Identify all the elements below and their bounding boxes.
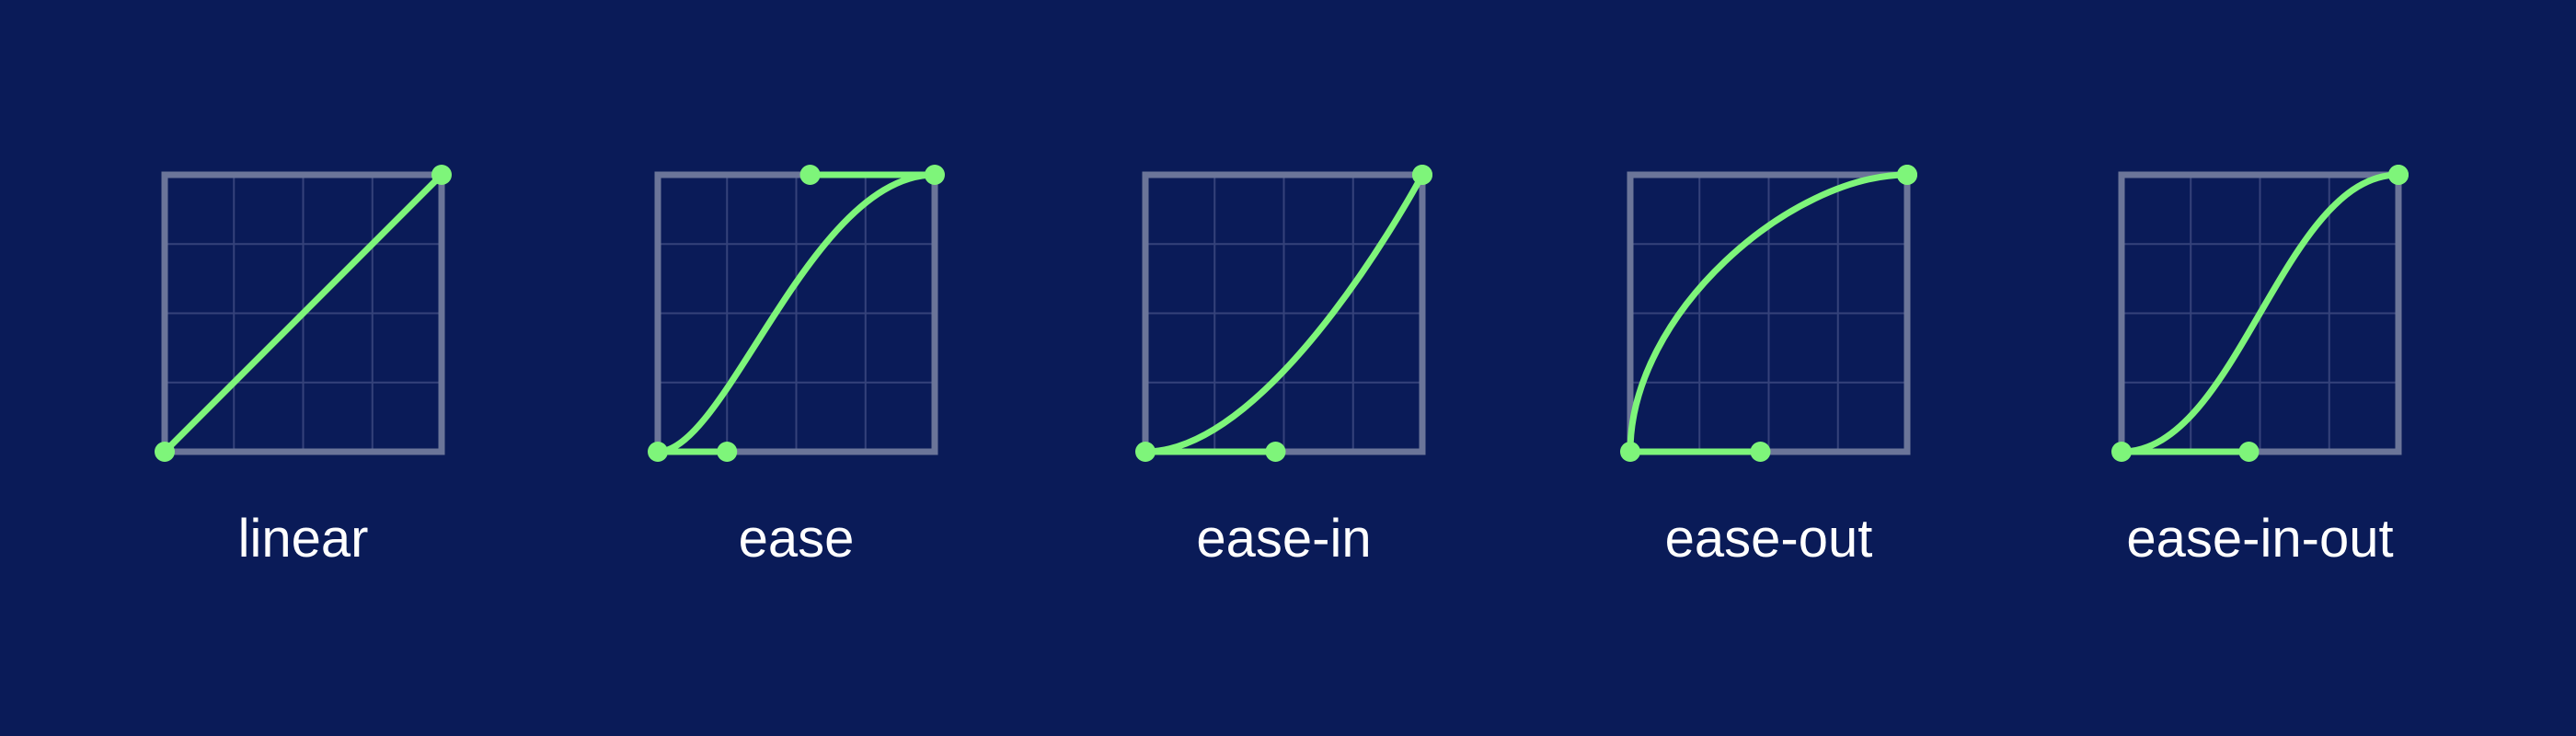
curve-label: linear: [238, 509, 369, 569]
endpoint-dot: [925, 165, 945, 185]
endpoint-dot: [431, 165, 452, 185]
easing-panel-ease-in: ease-in: [1135, 165, 1432, 569]
control-point-dot: [717, 442, 738, 462]
curve-label: ease-in-out: [2126, 509, 2393, 569]
curve-label: ease-out: [1665, 509, 1873, 569]
control-point-dot: [1412, 165, 1432, 185]
control-point-dot: [1265, 442, 1286, 462]
endpoint-dot: [2111, 442, 2132, 462]
easing-panel-linear: linear: [155, 165, 452, 569]
easing-curves-diagram: linear ease ease-in ease-out ease-in-out: [155, 165, 2409, 569]
control-point-dot: [1897, 165, 1917, 185]
curve-label: ease-in: [1196, 509, 1371, 569]
control-point-dot: [2388, 165, 2409, 185]
endpoint-dot: [1135, 442, 1156, 462]
control-point-dot: [799, 165, 821, 185]
endpoint-dot: [648, 442, 668, 462]
curve-label: ease: [739, 509, 855, 569]
endpoint-dot: [1620, 442, 1640, 462]
easing-panel-ease-out: ease-out: [1620, 165, 1917, 569]
easing-panel-ease: ease: [648, 165, 945, 569]
easing-panel-ease-in-out: ease-in-out: [2111, 165, 2409, 569]
control-point-dot: [1750, 442, 1771, 462]
control-point-dot: [2238, 442, 2260, 462]
endpoint-dot: [155, 442, 175, 462]
